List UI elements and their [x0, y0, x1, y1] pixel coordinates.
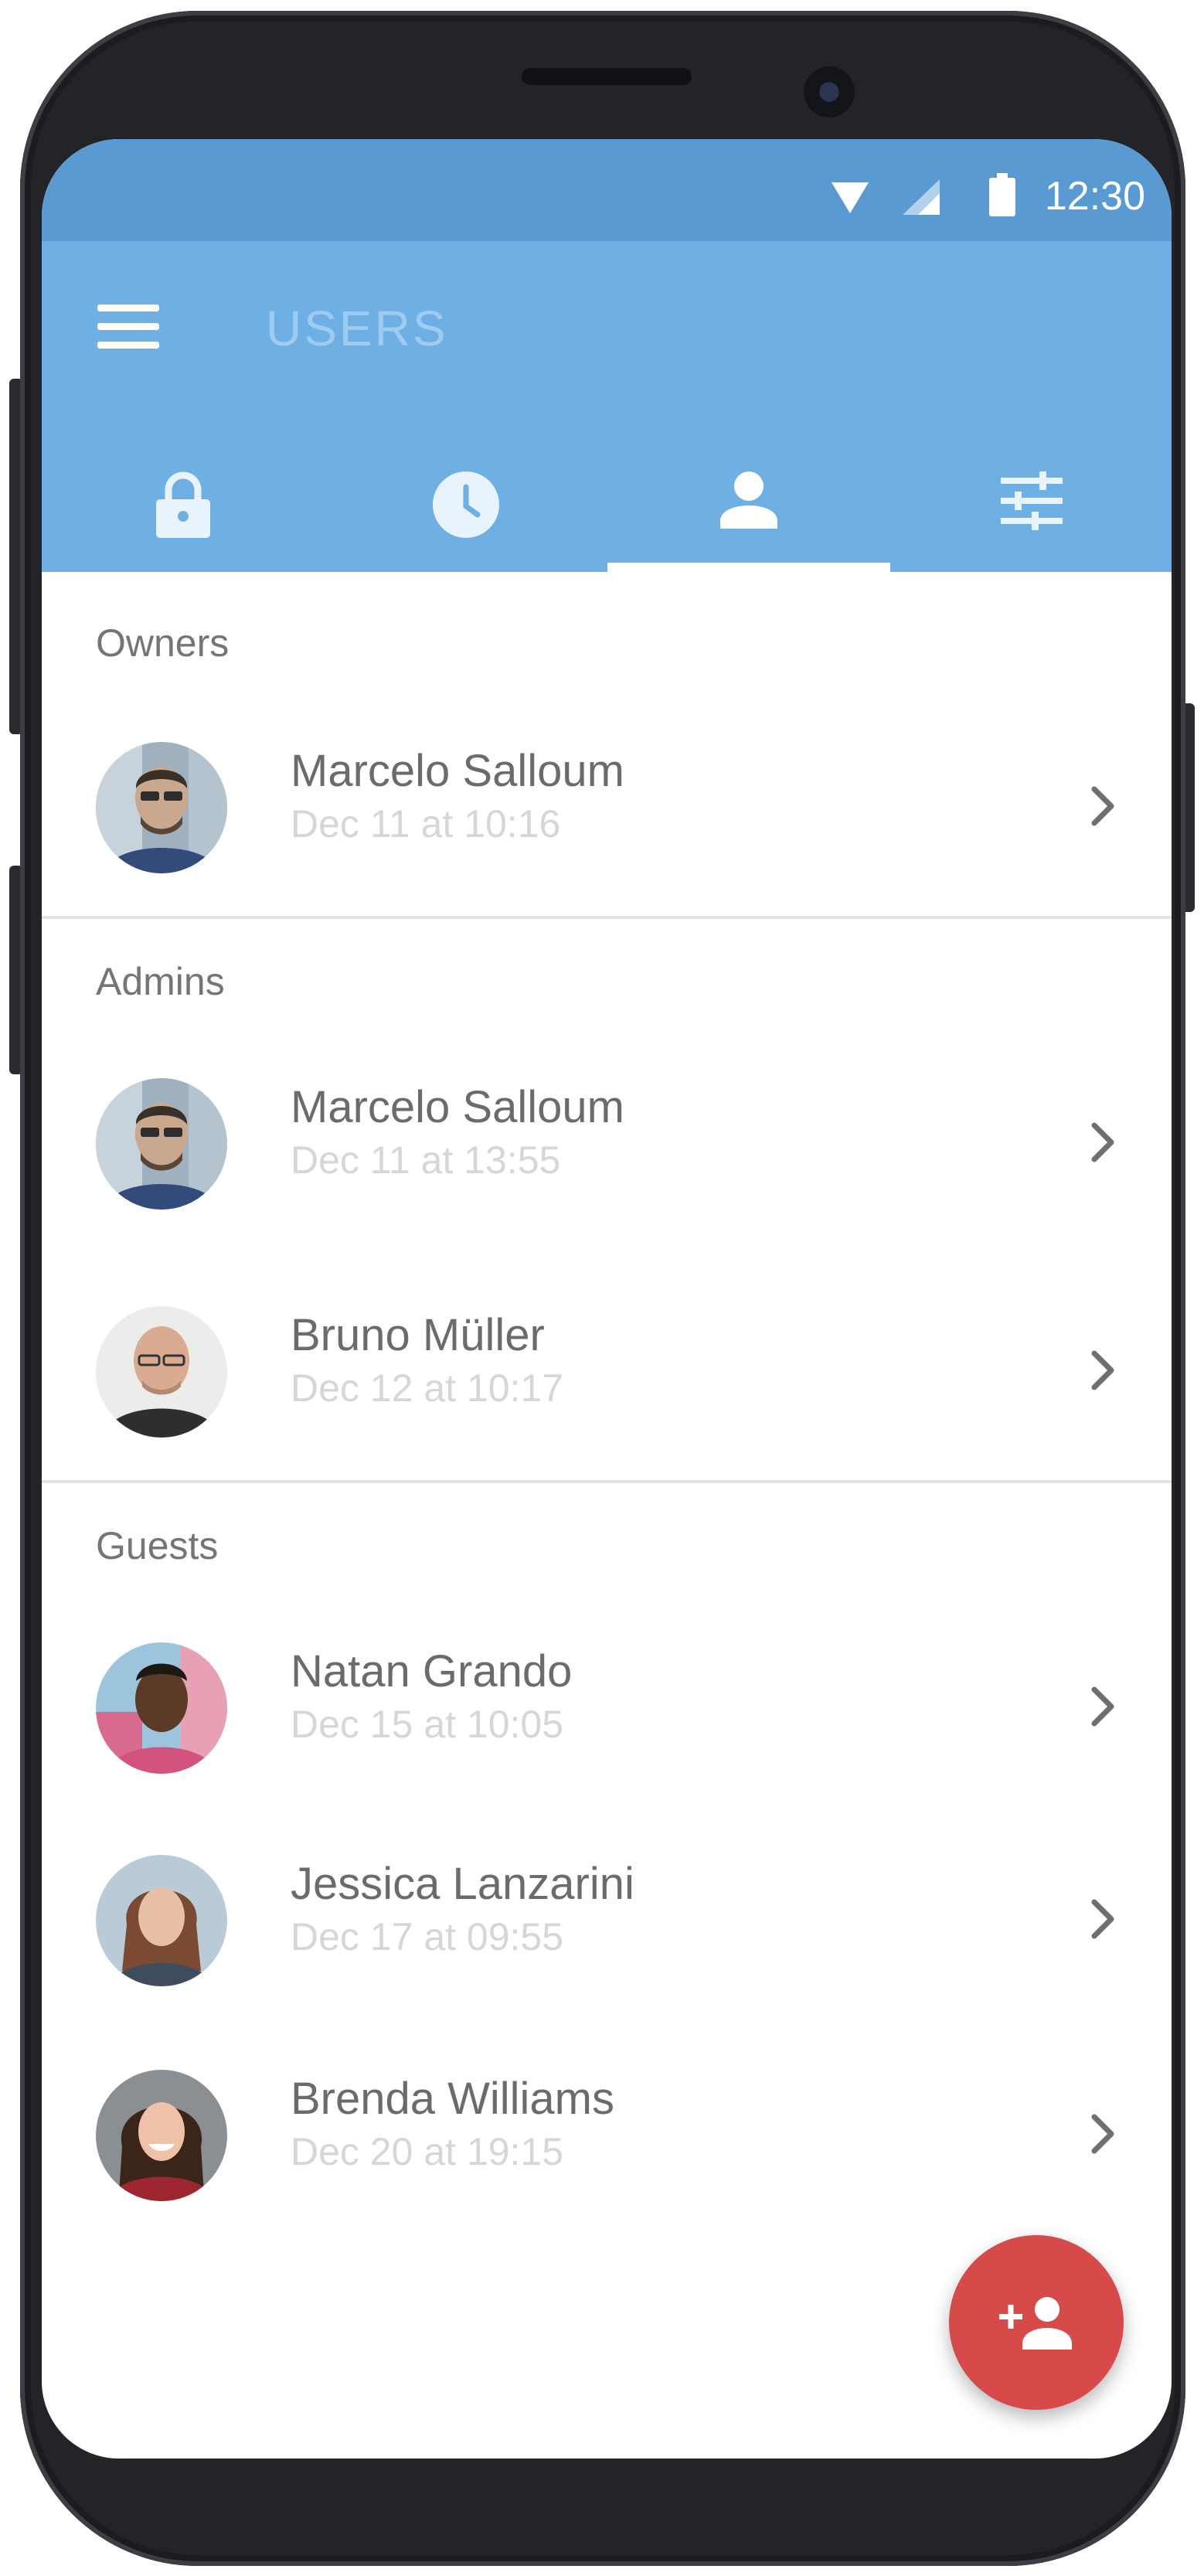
sliders-icon	[1001, 471, 1063, 530]
tab-indicator	[607, 563, 890, 572]
avatar	[96, 742, 227, 873]
section-header-guests: Guests	[96, 1524, 219, 1567]
divider	[42, 916, 1172, 919]
tab-history[interactable]	[325, 448, 607, 572]
earpiece-speaker	[522, 68, 692, 85]
cell-signal-icon	[903, 179, 940, 215]
status-time: 12:30	[1044, 174, 1145, 219]
user-last-seen: Dec 20 at 19:15	[291, 2130, 564, 2173]
battery-icon	[989, 173, 1015, 216]
stage: 12:30 USERS Owners Marcelo Salloum Dec 1…	[0, 0, 1204, 2576]
user-name: Marcelo Salloum	[291, 746, 624, 796]
person-icon	[720, 471, 777, 529]
phone-screen: 12:30 USERS Owners Marcelo Salloum Dec 1…	[42, 139, 1172, 2459]
avatar	[96, 1642, 227, 1774]
avatar	[96, 1306, 227, 1438]
status-bar: 12:30	[42, 139, 1172, 241]
user-last-seen: Dec 11 at 10:16	[291, 802, 561, 846]
menu-icon[interactable]	[97, 305, 159, 349]
section-header-owners: Owners	[96, 621, 230, 665]
wifi-icon	[832, 182, 869, 213]
add-user-button[interactable]	[949, 2235, 1124, 2410]
tab-lock[interactable]	[42, 448, 325, 572]
section-header-admins: Admins	[96, 960, 225, 1003]
user-last-seen: Dec 11 at 13:55	[291, 1138, 561, 1182]
user-name: Jessica Lanzarini	[291, 1859, 634, 1909]
chevron-right-icon	[1091, 2114, 1114, 2154]
user-row[interactable]: Natan Grando Dec 15 at 10:05	[42, 1611, 1172, 1805]
front-camera	[804, 66, 855, 117]
user-name: Marcelo Salloum	[291, 1082, 624, 1132]
tab-users[interactable]	[607, 448, 890, 572]
avatar	[96, 2070, 227, 2201]
user-row[interactable]: Bruno Müller Dec 12 at 10:17	[42, 1275, 1172, 1468]
user-row[interactable]: Jessica Lanzarini Dec 17 at 09:55	[42, 1824, 1172, 2017]
lock-icon	[156, 471, 210, 538]
chevron-right-icon	[1091, 786, 1114, 826]
divider	[42, 1480, 1172, 1483]
chevron-right-icon	[1091, 1686, 1114, 1727]
chevron-right-icon	[1091, 1122, 1114, 1162]
user-row[interactable]: Brenda Williams Dec 20 at 19:15	[42, 2039, 1172, 2232]
avatar	[96, 1078, 227, 1210]
clock-icon	[433, 471, 499, 538]
add-user-icon	[999, 2297, 1072, 2350]
user-last-seen: Dec 15 at 10:05	[291, 1703, 564, 1746]
user-row[interactable]: Marcelo Salloum Dec 11 at 10:16	[42, 711, 1172, 904]
user-row[interactable]: Marcelo Salloum Dec 11 at 13:55	[42, 1047, 1172, 1240]
user-name: Natan Grando	[291, 1646, 573, 1696]
user-last-seen: Dec 17 at 09:55	[291, 1915, 564, 1958]
chevron-right-icon	[1091, 1899, 1114, 1939]
page-title: USERS	[266, 301, 448, 356]
user-last-seen: Dec 12 at 10:17	[291, 1366, 564, 1410]
avatar	[96, 1855, 227, 1986]
tab-settings[interactable]	[890, 448, 1172, 572]
user-name: Brenda Williams	[291, 2074, 614, 2124]
chevron-right-icon	[1091, 1350, 1114, 1390]
user-name: Bruno Müller	[291, 1310, 545, 1360]
